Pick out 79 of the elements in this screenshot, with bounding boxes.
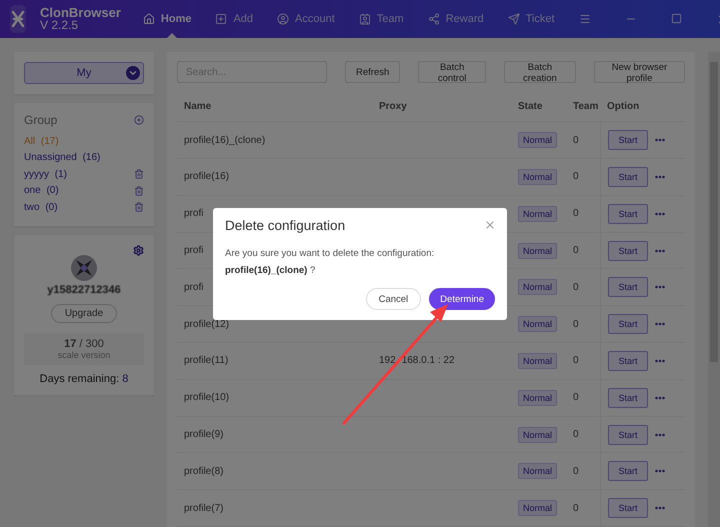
team-cell-text: 0 <box>572 355 579 366</box>
column-header: Name <box>183 101 212 112</box>
toolbar-button[interactable]: Batch creation <box>504 61 576 83</box>
state-tag: Normal <box>518 242 558 259</box>
state-tag: Normal <box>518 500 558 516</box>
column-header: Proxy <box>378 101 408 112</box>
start-button[interactable]: Start <box>608 388 648 408</box>
name-cell-text: profile(10) <box>183 392 230 404</box>
nav-tab[interactable]: Team <box>358 0 404 38</box>
name-cell-text: profile(12) <box>183 318 230 330</box>
start-button[interactable]: Start <box>608 314 648 334</box>
name-cell-text: profi <box>183 208 204 220</box>
start-button[interactable]: Start <box>608 130 648 150</box>
state-tag: Normal <box>518 352 558 369</box>
name-cell-text: profi <box>183 282 204 293</box>
nav-tab[interactable]: Add <box>215 0 254 38</box>
state-tag: Normal <box>518 279 558 296</box>
name-cell-text: profile(16) <box>183 171 230 182</box>
refresh-button[interactable]: Refresh <box>345 61 400 83</box>
start-button[interactable]: Start <box>608 277 648 298</box>
nav-tab[interactable]: Reward <box>428 0 484 38</box>
team-cell-text: 0 <box>572 318 579 330</box>
name-cell-text: profile(11) <box>183 355 228 366</box>
cancel-button[interactable]: Cancel <box>366 288 422 310</box>
team-cell-text: 0 <box>572 208 579 220</box>
determine-button[interactable]: Determine <box>429 288 495 310</box>
state-tag: Normal <box>518 426 558 442</box>
name-cell-text: profile(9) <box>183 429 224 440</box>
start-button[interactable]: Start <box>608 461 648 482</box>
group-item[interactable]: yyyyy (1) <box>24 168 68 180</box>
dialog-title: Delete configuration <box>225 218 346 233</box>
column-header: State <box>517 101 544 112</box>
state-tag: Normal <box>518 463 558 480</box>
proxy-text: 168.0.1 : 22 <box>402 355 455 366</box>
group-item[interactable]: All (17) <box>24 136 59 147</box>
nav-tab[interactable]: Account <box>277 0 335 38</box>
group-item[interactable]: Unassigned (16) <box>24 152 100 164</box>
scope-select[interactable]: My <box>24 62 144 84</box>
team-cell-text: 0 <box>572 466 579 477</box>
username: y15822712346 <box>47 284 121 296</box>
start-button[interactable]: Start <box>608 166 648 187</box>
start-button[interactable]: Start <box>608 204 648 224</box>
quota-count: 17 / 300 <box>64 338 104 350</box>
column-header: Team <box>572 101 600 112</box>
days-remaining: Days remaining: 8 <box>40 372 128 384</box>
team-cell-text: 0 <box>572 134 579 146</box>
team-cell-text: 0 <box>572 502 579 514</box>
column-header: Option <box>606 101 640 112</box>
state-tag: Normal <box>518 390 558 406</box>
team-cell-text: 0 <box>572 392 579 404</box>
name-cell-text: profi <box>183 245 204 256</box>
team-cell-text: 0 <box>572 282 579 293</box>
nav-tab[interactable]: Home <box>142 0 192 38</box>
proxy-text: 192 <box>379 355 396 366</box>
name-cell-text: profile(8) <box>183 466 224 477</box>
start-button[interactable]: Start <box>608 240 648 261</box>
team-cell-text: 0 <box>572 245 579 256</box>
state-tag: Normal <box>518 168 558 185</box>
upgrade-button[interactable]: Upgrade <box>50 304 118 322</box>
dialog-message: Are you sure you want to delete the configuration: <box>225 248 436 259</box>
app-name: ClonBrowser <box>40 6 121 19</box>
state-tag: Normal <box>518 206 558 222</box>
state-tag: Normal <box>518 316 558 332</box>
name-cell-text: profile(7) <box>183 502 224 514</box>
team-cell-text: 0 <box>572 429 579 440</box>
state-tag: Normal <box>518 132 558 148</box>
name-cell-text: profile(16)_(clone) <box>183 134 266 146</box>
group-item[interactable]: one (0) <box>24 185 59 196</box>
start-button[interactable]: Start <box>608 424 648 444</box>
app-version: V 2.2.5 <box>40 19 80 32</box>
team-cell-text: 0 <box>572 171 579 182</box>
start-button[interactable]: Start <box>608 498 648 518</box>
toolbar-button[interactable]: New browser profile <box>594 61 685 83</box>
start-button[interactable]: Start <box>608 350 648 371</box>
nav-tab[interactable]: Ticket <box>508 0 555 38</box>
dialog-target: profile(16)_(clone) ? <box>225 265 316 276</box>
toolbar-button[interactable]: Batch control <box>418 61 486 83</box>
group-item[interactable]: two (0) <box>24 202 58 213</box>
group-title: Group <box>24 113 58 127</box>
